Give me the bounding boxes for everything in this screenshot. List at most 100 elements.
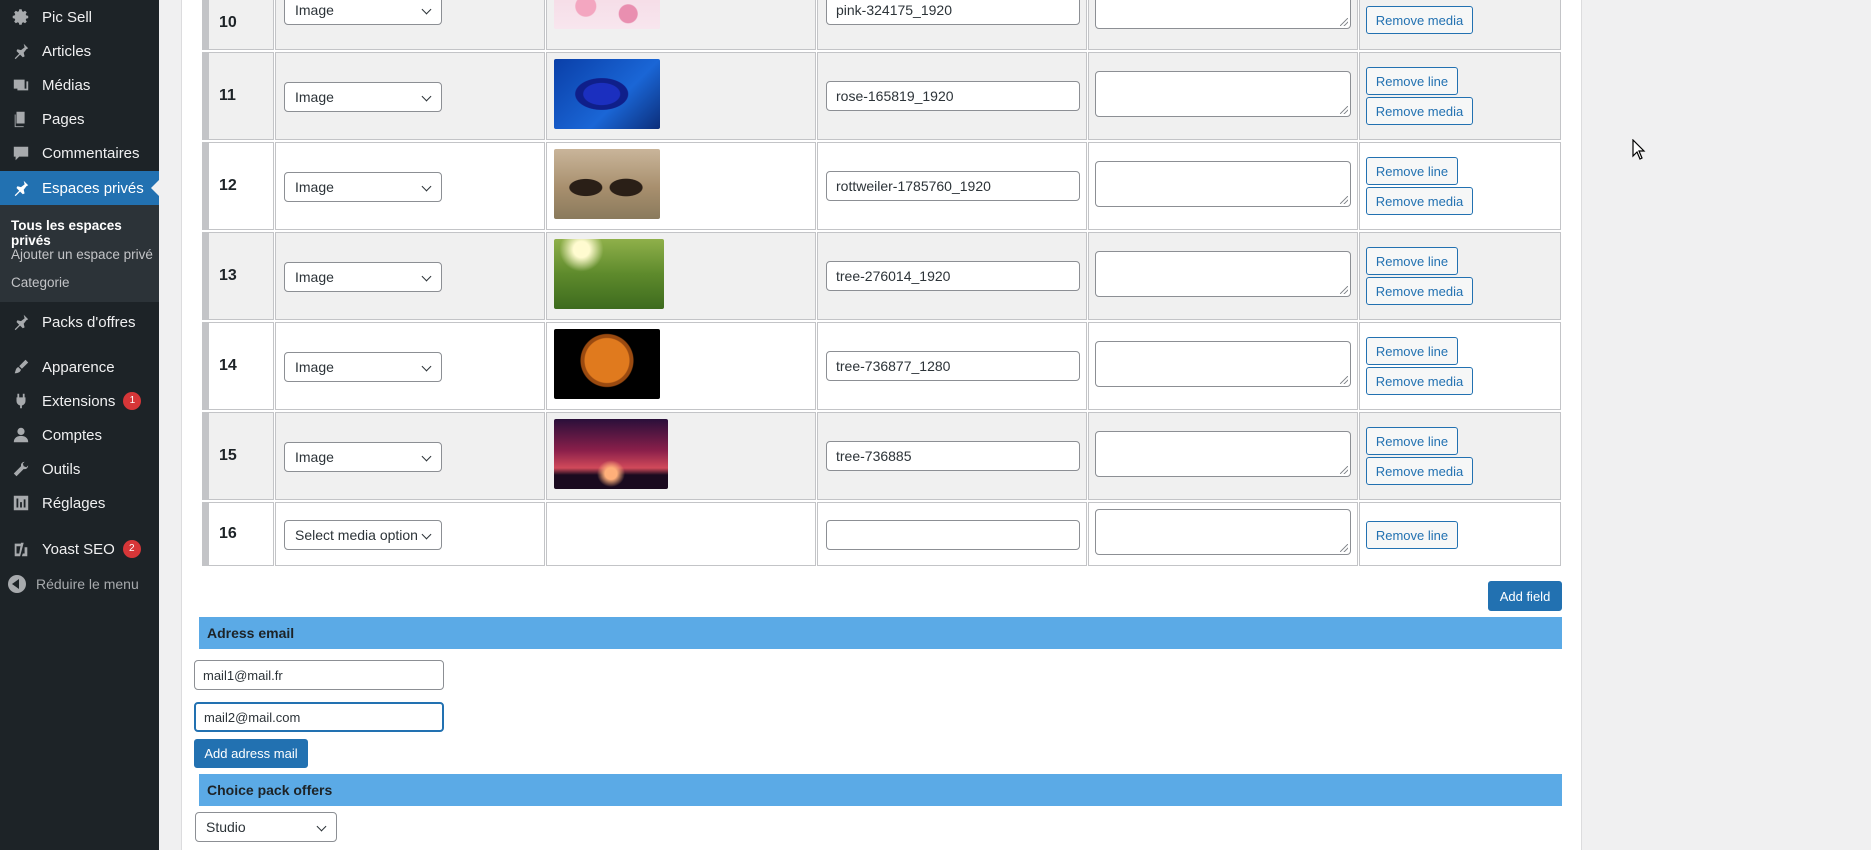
pin-icon xyxy=(8,41,34,61)
menu-apparence[interactable]: Apparence xyxy=(0,350,159,384)
table-row: 11 Image rose-165819_1920 Remove line Re… xyxy=(202,52,1561,140)
media-description-textarea[interactable] xyxy=(1095,509,1351,555)
collapse-menu-button[interactable]: Réduire le menu xyxy=(0,569,159,599)
media-description-textarea[interactable] xyxy=(1095,71,1351,117)
pin-icon xyxy=(8,312,34,332)
remove-line-button[interactable]: Remove line xyxy=(1366,157,1458,185)
menu-label: Commentaires xyxy=(42,144,140,162)
menu-label: Packs d'offres xyxy=(42,313,136,331)
menu-extensions[interactable]: Extensions 1 xyxy=(0,384,159,418)
actions-cell: Remove line xyxy=(1359,502,1561,566)
name-cell: tree-276014_1920 xyxy=(817,232,1087,320)
type-cell: Image xyxy=(275,52,545,140)
name-cell: pink-324175_1920 xyxy=(817,0,1087,50)
media-name-input[interactable]: rose-165819_1920 xyxy=(826,81,1080,111)
image-cell xyxy=(546,52,816,140)
name-cell: rose-165819_1920 xyxy=(817,52,1087,140)
menu-label: Espaces privés xyxy=(42,179,144,197)
table-row: 14 Image tree-736877_1280 Remove line Re… xyxy=(202,322,1561,410)
description-cell xyxy=(1088,52,1358,140)
media-name-input[interactable]: rottweiler-1785760_1920 xyxy=(826,171,1080,201)
media-description-textarea[interactable] xyxy=(1095,0,1351,29)
menu-packs-offres[interactable]: Packs d'offres xyxy=(0,305,159,339)
remove-line-button[interactable]: Remove line xyxy=(1366,337,1458,365)
collapse-label: Réduire le menu xyxy=(36,576,139,592)
media-name-input[interactable]: tree-736885 xyxy=(826,441,1080,471)
submenu-category[interactable]: Categorie xyxy=(11,275,70,290)
media-type-select[interactable]: Image xyxy=(284,442,442,472)
email-field[interactable]: mail1@mail.fr xyxy=(194,660,444,690)
menu-label: Réglages xyxy=(42,494,106,512)
menu-label: Comptes xyxy=(42,426,103,444)
media-name-input[interactable]: tree-736877_1280 xyxy=(826,351,1080,381)
remove-media-button[interactable]: Remove media xyxy=(1366,187,1473,215)
media-description-textarea[interactable] xyxy=(1095,251,1351,297)
media-description-textarea[interactable] xyxy=(1095,431,1351,477)
media-type-select[interactable]: Image xyxy=(284,0,442,25)
submenu-add-space[interactable]: Ajouter un espace privé xyxy=(11,247,153,262)
email-field[interactable]: mail2@mail.com xyxy=(194,702,444,732)
admin-sidebar: Pic Sell Articles Médias Pages Commentai… xyxy=(0,0,159,850)
remove-line-button[interactable]: Remove line xyxy=(1366,247,1458,275)
menu-pages[interactable]: Pages xyxy=(0,102,159,136)
name-cell: rottweiler-1785760_1920 xyxy=(817,142,1087,230)
gear-icon xyxy=(8,7,34,27)
menu-label: Yoast SEO xyxy=(42,540,115,558)
media-type-select[interactable]: Image xyxy=(284,352,442,382)
menu-pic-sell[interactable]: Pic Sell xyxy=(0,0,159,34)
pack-offer-select[interactable]: Studio xyxy=(195,812,337,842)
update-count-badge: 1 xyxy=(123,392,142,410)
remove-line-button[interactable]: Remove line xyxy=(1366,521,1458,549)
table-row: 16 Select media option Remove line xyxy=(202,502,1561,566)
menu-yoast-seo[interactable]: Yoast SEO 2 xyxy=(0,532,159,566)
submenu-all-spaces[interactable]: Tous les espaces privés xyxy=(11,218,159,248)
description-cell xyxy=(1088,502,1358,566)
type-cell: Image xyxy=(275,322,545,410)
menu-label: Médias xyxy=(42,76,91,94)
remove-media-button[interactable]: Remove media xyxy=(1366,367,1473,395)
media-description-textarea[interactable] xyxy=(1095,161,1351,207)
add-email-button[interactable]: Add adress mail xyxy=(194,739,308,768)
remove-media-button[interactable]: Remove media xyxy=(1366,277,1473,305)
user-icon xyxy=(8,425,34,445)
menu-comptes[interactable]: Comptes xyxy=(0,418,159,452)
media-name-input[interactable]: pink-324175_1920 xyxy=(826,0,1080,25)
add-field-button[interactable]: Add field xyxy=(1488,581,1562,611)
image-cell xyxy=(546,322,816,410)
remove-line-button[interactable]: Remove line xyxy=(1366,427,1458,455)
media-type-select[interactable]: Select media option xyxy=(284,520,442,550)
menu-label: Extensions xyxy=(42,392,116,410)
menu-articles[interactable]: Articles xyxy=(0,34,159,68)
table-row: 13 Image tree-276014_1920 Remove line Re… xyxy=(202,232,1561,320)
menu-reglages[interactable]: Réglages xyxy=(0,486,159,520)
media-thumbnail xyxy=(554,59,660,129)
media-name-input[interactable]: tree-276014_1920 xyxy=(826,261,1080,291)
media-type-select[interactable]: Image xyxy=(284,172,442,202)
pack-section-header: Choice pack offers xyxy=(199,774,1562,806)
table-row: 10 Image pink-324175_1920 Remove media xyxy=(202,0,1561,50)
menu-medias[interactable]: Médias xyxy=(0,68,159,102)
media-name-input[interactable] xyxy=(826,520,1080,550)
media-icon xyxy=(8,75,34,95)
description-cell xyxy=(1088,142,1358,230)
description-cell xyxy=(1088,0,1358,50)
description-cell xyxy=(1088,232,1358,320)
name-cell xyxy=(817,502,1087,566)
remove-media-button[interactable]: Remove media xyxy=(1366,457,1473,485)
menu-espaces-prives[interactable]: Espaces privés xyxy=(0,171,159,205)
media-type-select[interactable]: Image xyxy=(284,82,442,112)
menu-outils[interactable]: Outils xyxy=(0,452,159,486)
media-type-select[interactable]: Image xyxy=(284,262,442,292)
name-cell: tree-736877_1280 xyxy=(817,322,1087,410)
type-cell: Image xyxy=(275,412,545,500)
remove-media-button[interactable]: Remove media xyxy=(1366,6,1473,34)
remove-line-button[interactable]: Remove line xyxy=(1366,67,1458,95)
media-description-textarea[interactable] xyxy=(1095,341,1351,387)
comment-icon xyxy=(8,143,34,163)
name-cell: tree-736885 xyxy=(817,412,1087,500)
actions-cell: Remove line Remove media xyxy=(1359,52,1561,140)
remove-media-button[interactable]: Remove media xyxy=(1366,97,1473,125)
plugin-icon xyxy=(8,391,34,411)
menu-commentaires[interactable]: Commentaires xyxy=(0,136,159,170)
yoast-icon xyxy=(8,539,34,559)
